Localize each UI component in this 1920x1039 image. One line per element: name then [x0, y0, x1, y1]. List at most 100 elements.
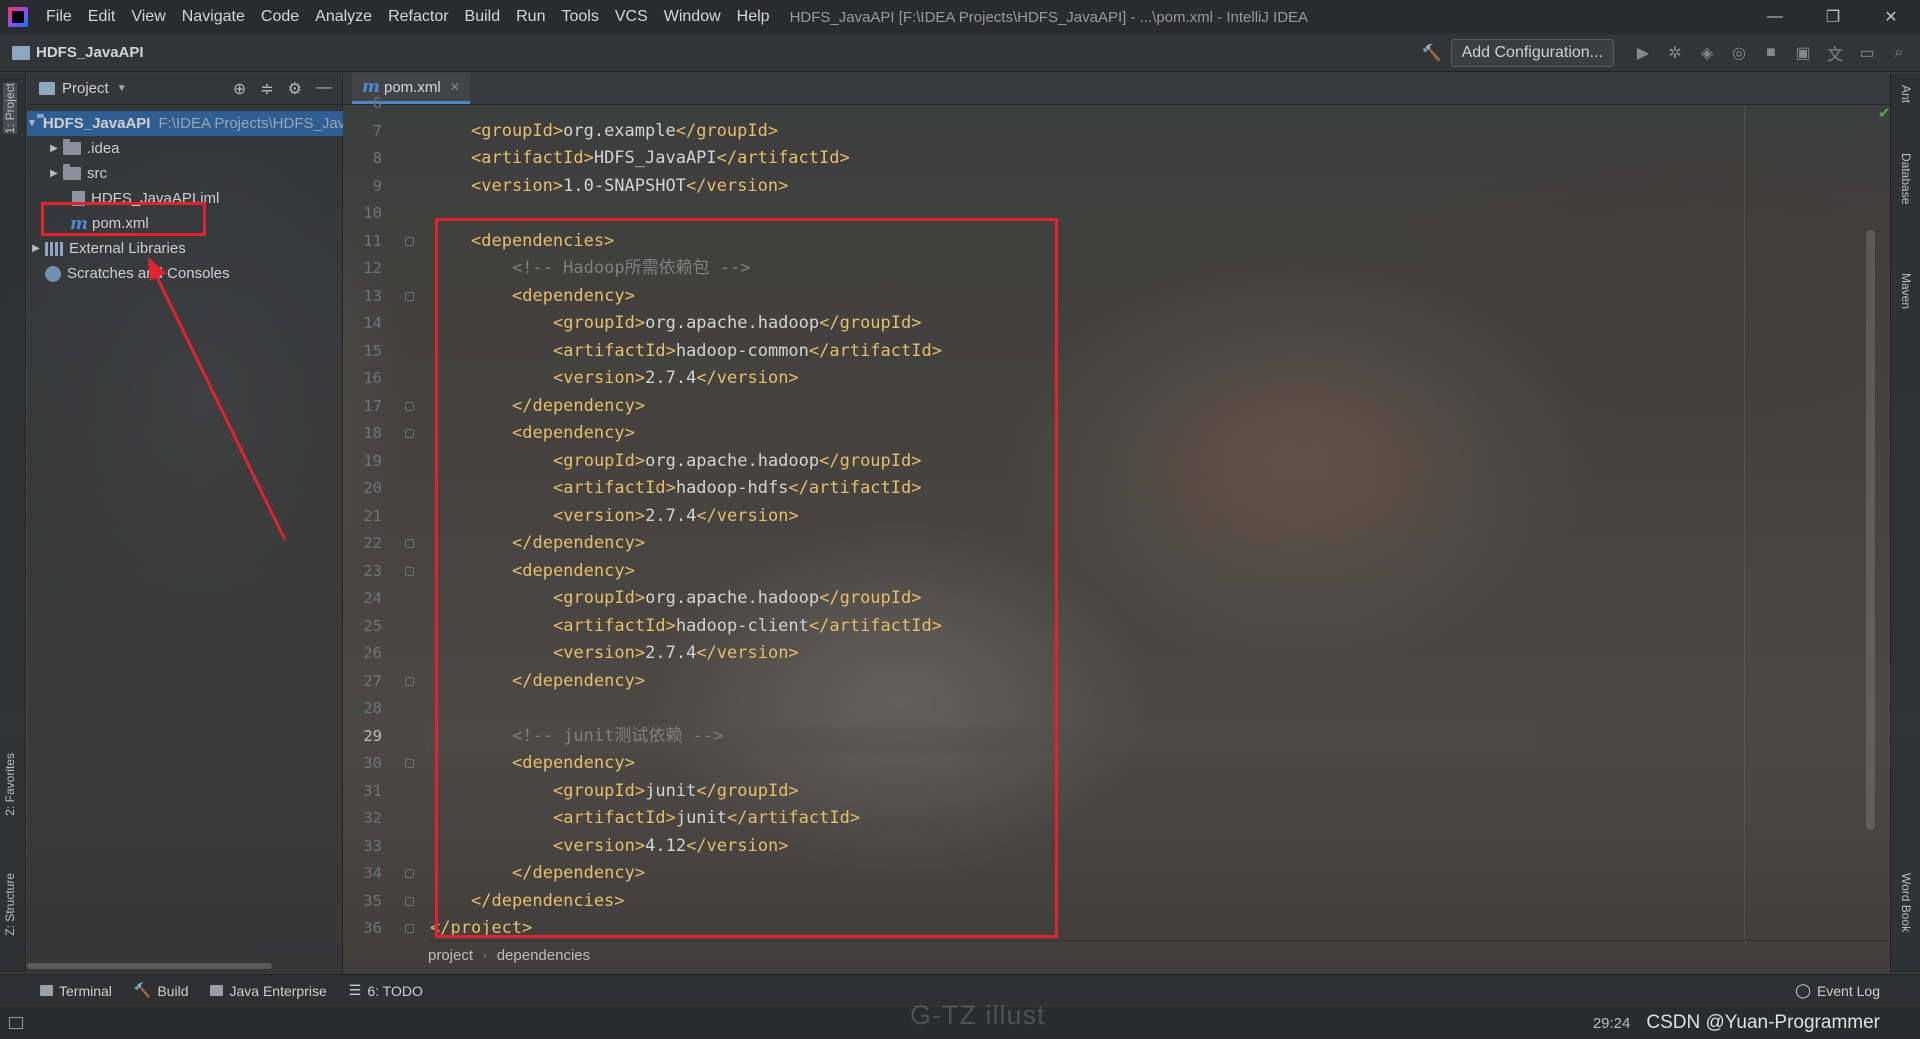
java-enterprise-button[interactable]: Java Enterprise — [210, 982, 327, 999]
event-log-icon: ◯ — [1795, 982, 1811, 998]
chevron-right-icon[interactable]: ▶ — [45, 143, 63, 154]
library-icon — [45, 241, 63, 256]
tree-item-src[interactable]: ▶ src — [27, 161, 343, 186]
java-enterprise-label: Java Enterprise — [229, 982, 327, 999]
menu-code[interactable]: Code — [253, 8, 307, 26]
line-number: 8 — [372, 149, 382, 167]
todo-label: 6: TODO — [367, 982, 423, 999]
presentation-icon[interactable]: ▭ — [1854, 40, 1880, 66]
debug-icon[interactable]: ✲ — [1662, 40, 1688, 66]
menu-analyze[interactable]: Analyze — [307, 8, 380, 26]
menu-edit[interactable]: Edit — [80, 8, 124, 26]
menu-run[interactable]: Run — [508, 8, 553, 26]
chevron-right-icon[interactable]: ▶ — [27, 243, 45, 254]
menu-view[interactable]: View — [123, 8, 173, 26]
add-configuration-button[interactable]: Add Configuration... — [1450, 38, 1614, 67]
breadcrumb-project[interactable]: project — [428, 947, 473, 964]
minimize-button[interactable]: — — [1746, 0, 1804, 34]
fold-marker-icon[interactable] — [405, 566, 414, 576]
horizontal-scrollbar[interactable] — [27, 963, 272, 969]
tab-project[interactable]: 1: Project — [3, 83, 17, 134]
menu-help[interactable]: Help — [729, 8, 778, 26]
scratches-icon — [45, 265, 61, 282]
line-number: 26 — [363, 644, 382, 662]
line-number: 28 — [363, 699, 382, 717]
menu-bar: File Edit View Navigate Code Analyze Ref… — [0, 0, 1920, 34]
line-number: 12 — [363, 259, 382, 277]
event-log-button[interactable]: ◯ Event Log — [1795, 982, 1880, 999]
locate-file-icon[interactable]: ⊕ — [233, 79, 246, 99]
profile-icon[interactable]: ◎ — [1726, 40, 1752, 66]
line-number: 17 — [363, 396, 382, 415]
annotation-box-pom — [41, 202, 206, 236]
window-controls: — ❐ ✕ — [1746, 0, 1920, 34]
fold-marker-icon[interactable] — [405, 759, 414, 768]
todo-button[interactable]: ☰ 6: TODO — [349, 982, 423, 999]
tab-favorites[interactable]: 2: Favorites — [3, 753, 17, 816]
chevron-down-icon[interactable]: ▼ — [117, 83, 127, 94]
line-number: 30 — [363, 754, 382, 772]
line-number: 33 — [363, 836, 382, 855]
line-number: 27 — [363, 671, 382, 690]
fold-marker-icon[interactable] — [405, 429, 414, 438]
menu-vcs[interactable]: VCS — [607, 8, 656, 26]
fold-marker-icon[interactable] — [405, 676, 414, 686]
fold-marker-icon[interactable] — [405, 539, 414, 548]
project-view-selector[interactable]: Project — [62, 80, 109, 97]
chevron-right-icon[interactable]: ▶ — [45, 168, 63, 179]
breadcrumb-dependencies[interactable]: dependencies — [497, 947, 590, 964]
fold-marker-icon[interactable] — [405, 401, 414, 411]
translate-icon[interactable]: 文 — [1822, 40, 1848, 66]
line-number: 21 — [363, 506, 382, 525]
build-button[interactable]: 🔨 Build — [134, 982, 189, 999]
search-icon[interactable]: ⌕ — [1886, 40, 1912, 66]
fold-marker-icon[interactable] — [405, 869, 414, 878]
close-button[interactable]: ✕ — [1862, 0, 1920, 34]
editor-tab-bar: m pom.xml ✕ — [344, 73, 1890, 105]
project-structure-icon[interactable]: ▣ — [1790, 40, 1816, 66]
fold-marker-icon[interactable] — [405, 291, 414, 301]
chevron-right-icon: › — [483, 949, 487, 962]
tool-windows-icon[interactable] — [9, 1017, 23, 1029]
chevron-down-icon[interactable]: ▼ — [27, 118, 37, 129]
inspection-ok-icon: ✔ — [1878, 105, 1891, 122]
tree-item-idea[interactable]: ▶ .idea — [27, 136, 343, 161]
tab-maven[interactable]: Maven — [1899, 273, 1913, 309]
collapse-all-icon[interactable]: ≑ — [260, 79, 273, 99]
fold-marker-icon[interactable] — [405, 924, 414, 933]
close-icon[interactable]: ✕ — [450, 80, 460, 94]
coverage-icon[interactable]: ◈ — [1694, 40, 1720, 66]
menu-window[interactable]: Window — [656, 8, 729, 26]
tree-item-project-root[interactable]: ▼ HDFS_JavaAPI F:\IDEA Projects\HDFS_Jav… — [27, 111, 343, 136]
folder-icon — [63, 164, 81, 180]
fold-marker-icon[interactable] — [405, 236, 414, 246]
menu-file[interactable]: File — [38, 8, 80, 26]
gear-icon[interactable]: ⚙ — [288, 79, 302, 99]
tab-structure[interactable]: Z: Structure — [3, 873, 17, 936]
menu-build[interactable]: Build — [457, 8, 509, 26]
nav-project-name[interactable]: HDFS_JavaAPI — [36, 44, 144, 61]
line-number: 23 — [363, 561, 382, 580]
stop-icon[interactable]: ■ — [1758, 40, 1784, 66]
tab-pom-xml[interactable]: m pom.xml ✕ — [352, 73, 470, 104]
build-hammer-icon[interactable]: 🔨 — [1419, 40, 1445, 66]
tab-word-book[interactable]: Word Book — [1899, 873, 1913, 932]
menu-refactor[interactable]: Refactor — [380, 8, 456, 26]
restore-button[interactable]: ❐ — [1804, 0, 1862, 34]
right-tool-strip: Ant Database Maven Word Book — [1890, 73, 1920, 973]
menu-tools[interactable]: Tools — [553, 8, 606, 26]
run-icon[interactable]: ▶ — [1630, 40, 1656, 66]
tab-database[interactable]: Database — [1899, 153, 1913, 204]
fold-marker-icon[interactable] — [405, 896, 414, 906]
folder-icon — [63, 139, 81, 155]
hide-panel-icon[interactable]: — — [316, 79, 332, 99]
caret-position[interactable]: 29:24 — [1593, 1015, 1631, 1032]
line-number: 35 — [363, 891, 382, 910]
vertical-scrollbar[interactable] — [1866, 230, 1875, 830]
terminal-button[interactable]: Terminal — [40, 983, 112, 999]
tab-ant[interactable]: Ant — [1899, 85, 1913, 103]
line-number: 7 — [372, 121, 382, 140]
menu-navigate[interactable]: Navigate — [174, 8, 253, 26]
hammer-icon: 🔨 — [133, 982, 152, 998]
java-enterprise-icon — [210, 985, 224, 996]
